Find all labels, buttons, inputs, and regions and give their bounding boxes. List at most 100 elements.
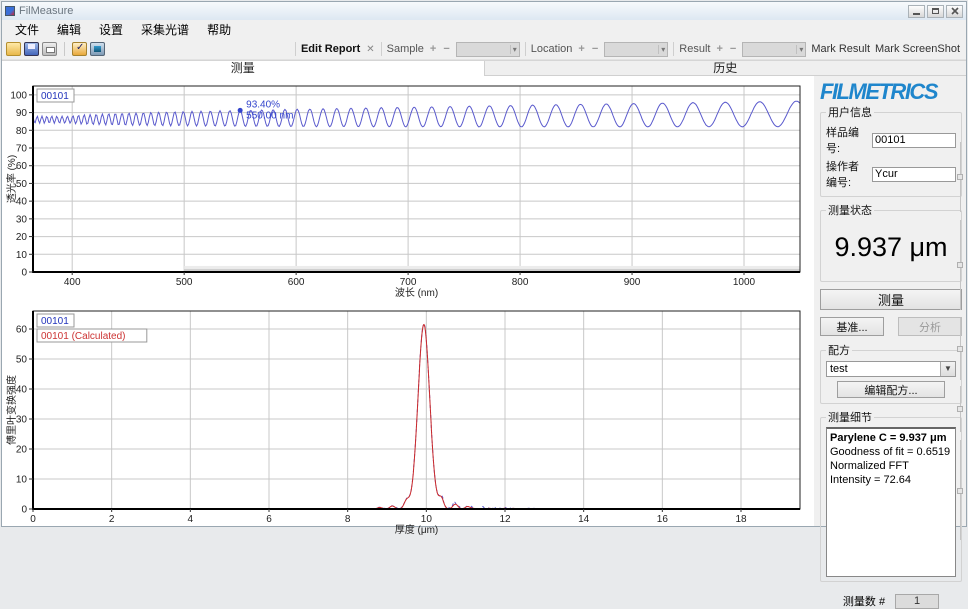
print-icon[interactable] (42, 42, 57, 56)
svg-text:1000: 1000 (733, 277, 756, 288)
measure-details-group: 测量细节 Parylene C = 9.937 μm Goodness of f… (820, 409, 962, 582)
mark-result-button[interactable]: Mark Result (811, 43, 870, 55)
svg-text:20: 20 (16, 232, 28, 243)
measure-count-input[interactable] (895, 594, 939, 609)
close-button[interactable] (946, 5, 963, 18)
menu-edit[interactable]: 编辑 (48, 19, 90, 40)
chevron-down-icon[interactable]: ▼ (940, 362, 955, 376)
measure-status-group: 测量状态 9.937 μm (820, 202, 962, 282)
detail-line: Goodness of fit = 0.6519 (830, 445, 952, 459)
options-icon[interactable] (72, 42, 87, 56)
menu-settings[interactable]: 设置 (90, 19, 132, 40)
sample-id-label: 样品编号: (826, 124, 869, 156)
save-icon[interactable] (24, 42, 39, 56)
menu-bar: 文件 编辑 设置 采集光谱 帮助 (2, 20, 966, 39)
measure-status-title: 测量状态 (826, 202, 874, 218)
menu-help[interactable]: 帮助 (198, 19, 240, 40)
minimize-button[interactable] (908, 5, 925, 18)
svg-text:50: 50 (16, 355, 28, 366)
sample-remove-button[interactable]: − (442, 43, 450, 55)
operator-id-input[interactable] (872, 167, 956, 182)
result-select[interactable] (742, 42, 806, 57)
svg-text:0: 0 (21, 268, 27, 279)
svg-text:30: 30 (16, 214, 28, 225)
location-label: Location (531, 43, 573, 55)
app-window: FilMeasure 文件 编辑 设置 采集光谱 帮助 Edit Report (1, 1, 967, 527)
location-select[interactable] (604, 42, 668, 57)
toolbar-separator (64, 42, 65, 56)
edit-report-button[interactable]: Edit Report (301, 43, 360, 55)
recipe-select[interactable]: test ▼ (826, 361, 956, 377)
svg-text:厚度 (μm): 厚度 (μm) (395, 523, 439, 536)
svg-text:10: 10 (16, 250, 28, 261)
svg-text:0: 0 (21, 505, 27, 516)
svg-text:傅里叶变换强度: 傅里叶变换强度 (6, 375, 18, 445)
location-add-button[interactable]: + (577, 43, 585, 55)
recipe-selected-value: test (827, 362, 940, 376)
mark-screenshot-button[interactable]: Mark ScreenShot (875, 43, 960, 55)
sample-select[interactable] (456, 42, 520, 57)
window-title: FilMeasure (19, 5, 73, 17)
restore-button[interactable] (927, 5, 944, 18)
result-add-button[interactable]: + (715, 43, 723, 55)
app-icon (5, 6, 15, 16)
tab-history[interactable]: 历史 (485, 61, 967, 76)
edit-recipe-button[interactable]: 编辑配方... (837, 381, 945, 398)
location-remove-button[interactable]: − (591, 43, 599, 55)
menu-acquire-spectrum[interactable]: 采集光谱 (132, 19, 198, 40)
thickness-result: 9.937 μm (826, 220, 956, 277)
svg-text:900: 900 (624, 277, 641, 288)
open-file-icon[interactable] (6, 42, 21, 56)
recipe-title: 配方 (826, 342, 852, 358)
svg-text:800: 800 (512, 277, 529, 288)
report-toolbar: Edit Report ✕ Sample + − Location + − Re… (295, 42, 962, 57)
svg-text:90: 90 (16, 108, 28, 119)
sample-add-button[interactable]: + (429, 43, 437, 55)
detail-line: Parylene C = 9.937 μm (830, 431, 952, 445)
svg-text:60: 60 (16, 325, 28, 336)
svg-text:10: 10 (421, 514, 433, 525)
tab-strip: 测量 历史 (2, 60, 966, 76)
user-info-title: 用户信息 (826, 104, 874, 120)
svg-text:700: 700 (400, 277, 417, 288)
svg-text:00101: 00101 (41, 316, 69, 327)
measure-count-label: 测量数 # (843, 593, 885, 609)
close-report-icon[interactable]: ✕ (365, 44, 375, 55)
sample-id-input[interactable] (872, 133, 956, 148)
operator-id-label: 操作者编号: (826, 158, 869, 190)
transmission-chart[interactable]: 4005006007008009001000010203040506070809… (6, 78, 814, 303)
toolbar: Edit Report ✕ Sample + − Location + − Re… (2, 39, 966, 60)
fft-chart[interactable]: 0246810121416180102030405060厚度 (μm)傅里叶变换… (6, 303, 814, 540)
result-remove-button[interactable]: − (729, 43, 737, 55)
svg-text:70: 70 (16, 144, 28, 155)
measure-details-title: 测量细节 (826, 409, 874, 425)
svg-text:00101 (Calculated): 00101 (Calculated) (41, 331, 126, 342)
measure-button[interactable]: 测量 (820, 289, 962, 310)
svg-text:6: 6 (266, 514, 272, 525)
svg-text:00101: 00101 (41, 91, 69, 102)
svg-text:500: 500 (176, 277, 193, 288)
close-icon (951, 7, 959, 15)
svg-text:4: 4 (188, 514, 194, 525)
title-bar[interactable]: FilMeasure (2, 2, 966, 20)
svg-text:8: 8 (345, 514, 351, 525)
svg-text:0: 0 (30, 514, 36, 525)
control-panel: FILMETRICS 用户信息 样品编号: 操作者编号: 测量状态 9.937 … (814, 76, 966, 526)
analyze-button[interactable]: 分析 (898, 317, 962, 336)
baseline-button[interactable]: 基准... (820, 317, 884, 336)
filmetrics-logo: FILMETRICS (820, 80, 962, 104)
acquire-spectrum-icon[interactable] (90, 42, 105, 56)
svg-text:2: 2 (109, 514, 115, 525)
svg-text:18: 18 (735, 514, 747, 525)
svg-text:12: 12 (499, 514, 511, 525)
svg-text:100: 100 (10, 90, 27, 101)
svg-text:20: 20 (16, 445, 28, 456)
svg-text:400: 400 (64, 277, 81, 288)
svg-text:600: 600 (288, 277, 305, 288)
measure-details-list[interactable]: Parylene C = 9.937 μm Goodness of fit = … (826, 427, 956, 577)
menu-file[interactable]: 文件 (6, 19, 48, 40)
tab-measure[interactable]: 测量 (2, 61, 485, 76)
sample-label: Sample (387, 43, 424, 55)
panel-splitter[interactable] (957, 80, 965, 522)
minimize-icon (913, 13, 920, 15)
